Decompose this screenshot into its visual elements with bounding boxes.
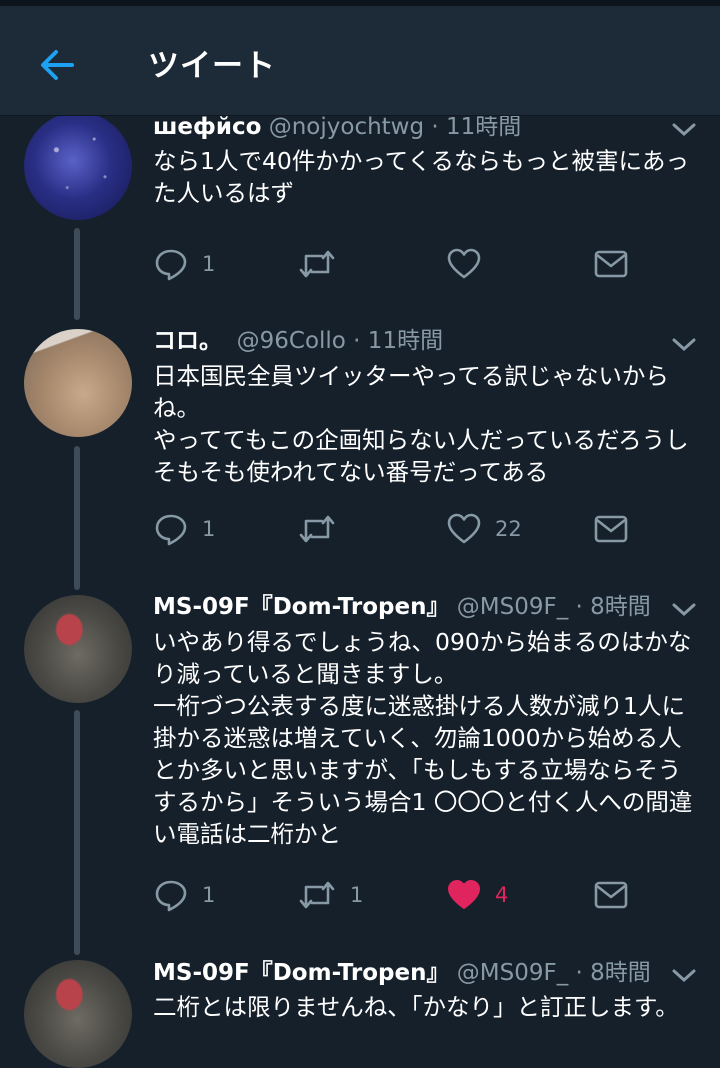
mail-icon — [594, 515, 628, 543]
like-button[interactable]: 4 — [447, 875, 508, 915]
reply-icon — [155, 249, 187, 281]
share-button[interactable] — [594, 244, 628, 284]
reply-button[interactable]: 1 — [154, 875, 215, 915]
mail-icon — [594, 250, 628, 278]
thread-connector — [74, 710, 80, 955]
retweet-button[interactable]: 1 — [298, 875, 363, 915]
retweet-icon — [299, 515, 335, 543]
avatar[interactable] — [24, 595, 132, 703]
tweet-header: MS-09F『Dom-Tropen』 @MS09F_ · 8時間 — [153, 958, 651, 988]
reply-count: 1 — [202, 517, 216, 541]
tweet-text: 日本国民全員ツイッターやってる訳じゃないからね。 やっててもこの企画知らない人だ… — [153, 362, 689, 486]
top-app-bar: ツイート — [0, 6, 720, 116]
heart-filled-icon — [448, 880, 480, 909]
handle-and-time: @nojyochtwg · 11時間 — [268, 114, 522, 140]
avatar[interactable] — [24, 112, 132, 220]
reply-button[interactable]: 1 — [154, 509, 215, 549]
mail-icon — [594, 881, 628, 909]
reply-icon — [155, 514, 187, 546]
chevron-down-icon[interactable] — [670, 335, 698, 355]
tweet-header: コロ。 @96Collo · 11時間 — [153, 326, 443, 356]
chevron-down-icon[interactable] — [670, 600, 698, 620]
tweet-actions: 1 1 4 — [0, 875, 720, 915]
retweet-button[interactable] — [298, 509, 350, 549]
share-button[interactable] — [594, 509, 628, 549]
chevron-down-icon[interactable] — [670, 966, 698, 986]
display-name[interactable]: MS-09F『Dom-Tropen』 — [153, 960, 449, 986]
like-count: 22 — [495, 517, 522, 541]
share-button[interactable] — [594, 875, 628, 915]
retweet-icon — [299, 881, 335, 909]
tweet-text: 二桁とは限りませんね、「かなり」と訂正します。 — [153, 993, 679, 1021]
heart-icon — [447, 248, 481, 279]
like-button[interactable]: 22 — [447, 509, 522, 549]
reply-count: 1 — [202, 252, 216, 276]
heart-icon — [447, 513, 481, 544]
avatar[interactable] — [24, 329, 132, 437]
reply-count: 1 — [202, 883, 216, 907]
status-bar — [0, 0, 720, 6]
avatar[interactable] — [24, 960, 132, 1068]
like-button[interactable] — [447, 244, 495, 284]
retweet-button[interactable] — [298, 244, 350, 284]
back-button[interactable] — [34, 42, 80, 88]
handle-and-time: @MS09F_ · 8時間 — [456, 594, 651, 620]
reply-icon — [155, 880, 187, 912]
tweet-text: なら1人で40件かかってくるならもっと被害にあった人いるはず — [153, 147, 690, 207]
page-title: ツイート — [148, 48, 276, 84]
handle-and-time: @MS09F_ · 8時間 — [456, 960, 651, 986]
tweet-actions: 1 — [0, 244, 720, 284]
display-name[interactable]: MS-09F『Dom-Tropen』 — [153, 594, 449, 620]
tweet-actions: 1 22 — [0, 509, 720, 549]
display-name[interactable]: шефйсо — [153, 114, 261, 140]
tweet-text: いやあり得るでしょうね、090から始まるのはかなり減っていると聞きますし。 一桁… — [153, 628, 693, 848]
tweet-header: MS-09F『Dom-Tropen』 @MS09F_ · 8時間 — [153, 592, 651, 622]
display-name[interactable]: コロ。 — [153, 328, 222, 354]
tweet-header: шефйсо @nojyochtwg · 11時間 — [153, 112, 521, 142]
reply-button[interactable]: 1 — [154, 244, 215, 284]
retweet-icon — [299, 250, 335, 278]
retweet-count: 1 — [350, 883, 364, 907]
handle-and-time: @96Collo · 11時間 — [236, 328, 444, 354]
arrow-left-icon — [41, 50, 74, 80]
chevron-down-icon[interactable] — [670, 120, 698, 140]
like-count: 4 — [495, 883, 509, 907]
